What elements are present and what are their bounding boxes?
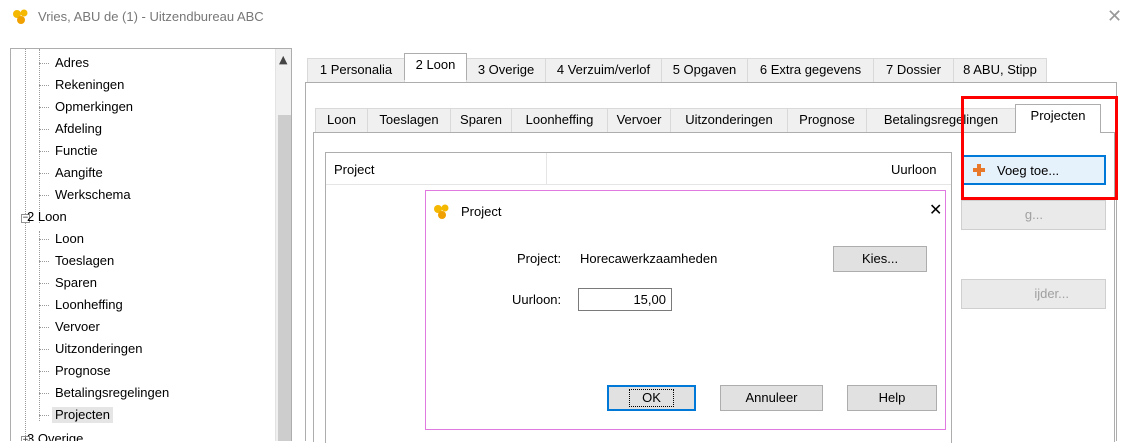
uurloon-input[interactable]: 15,00 — [578, 288, 672, 311]
tree-item-vervoer[interactable]: Vervoer — [55, 319, 100, 335]
tab-opgaven[interactable]: 5 Opgaven — [661, 58, 748, 82]
add-button-label: Voeg toe... — [997, 163, 1060, 178]
choose-project-button[interactable]: Kies... — [833, 246, 927, 272]
tree-item-opmerkingen[interactable]: Opmerkingen — [55, 99, 133, 115]
subtab-projecten[interactable]: Projecten — [1015, 104, 1101, 133]
dialog-close-button[interactable]: ✕ — [929, 200, 942, 219]
tab-verzuim-verlof[interactable]: 4 Verzuim/verlof — [545, 58, 662, 82]
remove-button[interactable]: ijder... — [961, 279, 1106, 309]
tab-dossier[interactable]: 7 Dossier — [873, 58, 954, 82]
scroll-up-arrow-icon[interactable]: ▲ — [279, 53, 287, 66]
navigation-tree: Adres Rekeningen Opmerkingen Afdeling Fu… — [10, 48, 292, 441]
tree-item-werkschema[interactable]: Werkschema — [55, 187, 131, 203]
tree-scrollbar[interactable]: ▲ — [275, 49, 291, 441]
tree-item-adres[interactable]: Adres — [55, 55, 89, 71]
tree-item-functie[interactable]: Functie — [55, 143, 98, 159]
tab-overige[interactable]: 3 Overige — [466, 58, 546, 82]
tree-item-aangifte[interactable]: Aangifte — [55, 165, 103, 181]
tab-loon[interactable]: 2 Loon — [404, 53, 467, 80]
tree-item-toeslagen[interactable]: Toeslagen — [55, 253, 114, 269]
subtab-loon[interactable]: Loon — [315, 108, 368, 132]
ok-button[interactable]: OK — [607, 385, 696, 411]
subtab-vervoer[interactable]: Vervoer — [607, 108, 671, 132]
tree-item-uitzonderingen[interactable]: Uitzonderingen — [55, 341, 142, 357]
window-close-button[interactable]: ✕ — [1107, 6, 1122, 27]
tab-abu-stipp[interactable]: 8 ABU, Stipp — [953, 58, 1047, 82]
tree-item-rekeningen[interactable]: Rekeningen — [55, 77, 124, 93]
title-bar: Vries, ABU de (1) - Uitzendbureau ABC ✕ — [0, 0, 1126, 34]
subtab-uitzonderingen[interactable]: Uitzonderingen — [670, 108, 788, 132]
project-value: Horecawerkzaamheden — [580, 251, 718, 266]
add-button[interactable]: Voeg toe... — [961, 155, 1106, 185]
subtab-loonheffing[interactable]: Loonheffing — [511, 108, 608, 132]
tree-item-sparen[interactable]: Sparen — [55, 275, 97, 291]
uurloon-label: Uurloon: — [512, 292, 562, 307]
window-title: Vries, ABU de (1) - Uitzendbureau ABC — [38, 9, 264, 24]
tree-item-loon[interactable]: Loon — [55, 231, 84, 247]
tab-personalia[interactable]: 1 Personalia — [307, 58, 405, 82]
abu-logo-icon — [13, 9, 28, 24]
tree-item-prognose[interactable]: Prognose — [55, 363, 111, 379]
tab-extra-gegevens[interactable]: 6 Extra gegevens — [747, 58, 874, 82]
tree-item-projecten[interactable]: Projecten — [52, 407, 113, 423]
tree-item-2-loon[interactable]: 2 Loon — [27, 209, 67, 225]
column-header-project[interactable]: Project — [334, 162, 374, 177]
ok-button-label: OK — [629, 389, 674, 407]
subtab-betalingsregelingen[interactable]: Betalingsregelingen — [866, 108, 1016, 132]
subtab-toeslagen[interactable]: Toeslagen — [367, 108, 451, 132]
tree-item-loonheffing[interactable]: Loonheffing — [55, 297, 123, 313]
subtab-prognose[interactable]: Prognose — [787, 108, 867, 132]
tree-item-betalingsregelingen[interactable]: Betalingsregelingen — [55, 385, 169, 401]
help-button[interactable]: Help — [847, 385, 937, 411]
project-dialog: Project ✕ Project: Horecawerkzaamheden K… — [425, 190, 946, 430]
column-header-uurloon[interactable]: Uurloon — [891, 162, 937, 177]
plus-icon — [973, 164, 985, 176]
edit-button[interactable]: g... — [961, 200, 1106, 230]
subtab-sparen[interactable]: Sparen — [450, 108, 512, 132]
list-header: Project Uurloon — [326, 153, 951, 185]
scroll-thumb[interactable] — [278, 115, 291, 441]
tree-item-afdeling[interactable]: Afdeling — [55, 121, 102, 137]
abu-logo-icon — [434, 204, 449, 219]
cancel-button[interactable]: Annuleer — [720, 385, 823, 411]
project-label: Project: — [517, 251, 562, 266]
tree-item-3-overige[interactable]: 3 Overige — [27, 431, 83, 441]
dialog-title: Project — [461, 204, 502, 219]
